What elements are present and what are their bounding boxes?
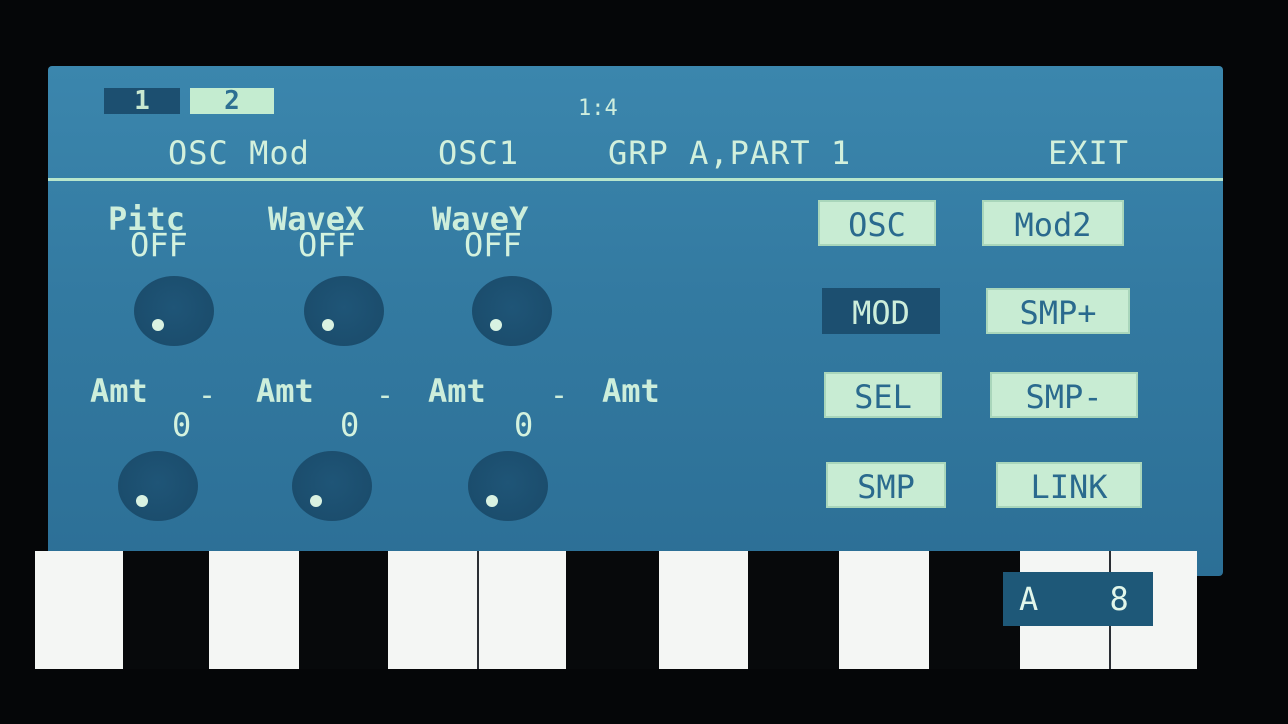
page-tab-2[interactable]: 2 <box>190 88 274 114</box>
param-dash-1: - <box>198 378 217 413</box>
mod-button[interactable]: MOD <box>822 288 940 334</box>
key-2[interactable] <box>209 551 299 669</box>
osc-select[interactable]: OSC1 <box>438 134 519 172</box>
knob-amt-3[interactable] <box>468 451 548 521</box>
key-1[interactable] <box>35 551 123 669</box>
param-value-amt-3: 0 <box>514 406 534 444</box>
lcd-screen: 1 2 1:4 OSC Mod OSC1 GRP A,PART 1 EXIT P… <box>48 66 1223 576</box>
key-4[interactable] <box>659 551 748 669</box>
param-label-amt-2: Amt <box>256 372 314 410</box>
smp-button[interactable]: SMP <box>826 462 946 508</box>
note-display: A 8 <box>1003 572 1153 626</box>
note-letter: A <box>1019 580 1039 618</box>
param-dash-2: - <box>376 378 395 413</box>
param-value-amt-2: 0 <box>340 406 360 444</box>
step-counter: 1:4 <box>578 96 618 121</box>
mod2-button[interactable]: Mod2 <box>982 200 1124 246</box>
param-dash-3: - <box>550 378 569 413</box>
param-value-pitch: OFF <box>130 226 188 264</box>
page-title: OSC Mod <box>168 134 310 172</box>
page-tab-1[interactable]: 1 <box>104 88 180 114</box>
knob-wavey[interactable] <box>472 276 552 346</box>
smp-minus-button[interactable]: SMP- <box>990 372 1138 418</box>
param-value-amt-1: 0 <box>172 406 192 444</box>
note-value: 8 <box>1109 580 1129 618</box>
knob-amt-1[interactable] <box>118 451 198 521</box>
param-label-amt-4: Amt <box>602 372 660 410</box>
smp-plus-button[interactable]: SMP+ <box>986 288 1130 334</box>
link-button[interactable]: LINK <box>996 462 1142 508</box>
param-value-wavey: OFF <box>464 226 522 264</box>
knob-wavex[interactable] <box>304 276 384 346</box>
knob-amt-2[interactable] <box>292 451 372 521</box>
param-value-wavex: OFF <box>298 226 356 264</box>
knob-pitch[interactable] <box>134 276 214 346</box>
group-part-label[interactable]: GRP A,PART 1 <box>608 134 851 172</box>
param-label-amt-1: Amt <box>90 372 148 410</box>
sel-button[interactable]: SEL <box>824 372 942 418</box>
key-divider <box>477 551 479 669</box>
param-label-amt-3: Amt <box>428 372 486 410</box>
osc-button[interactable]: OSC <box>818 200 936 246</box>
exit-button[interactable]: EXIT <box>1048 134 1129 172</box>
header-divider <box>48 178 1223 181</box>
key-5[interactable] <box>839 551 929 669</box>
